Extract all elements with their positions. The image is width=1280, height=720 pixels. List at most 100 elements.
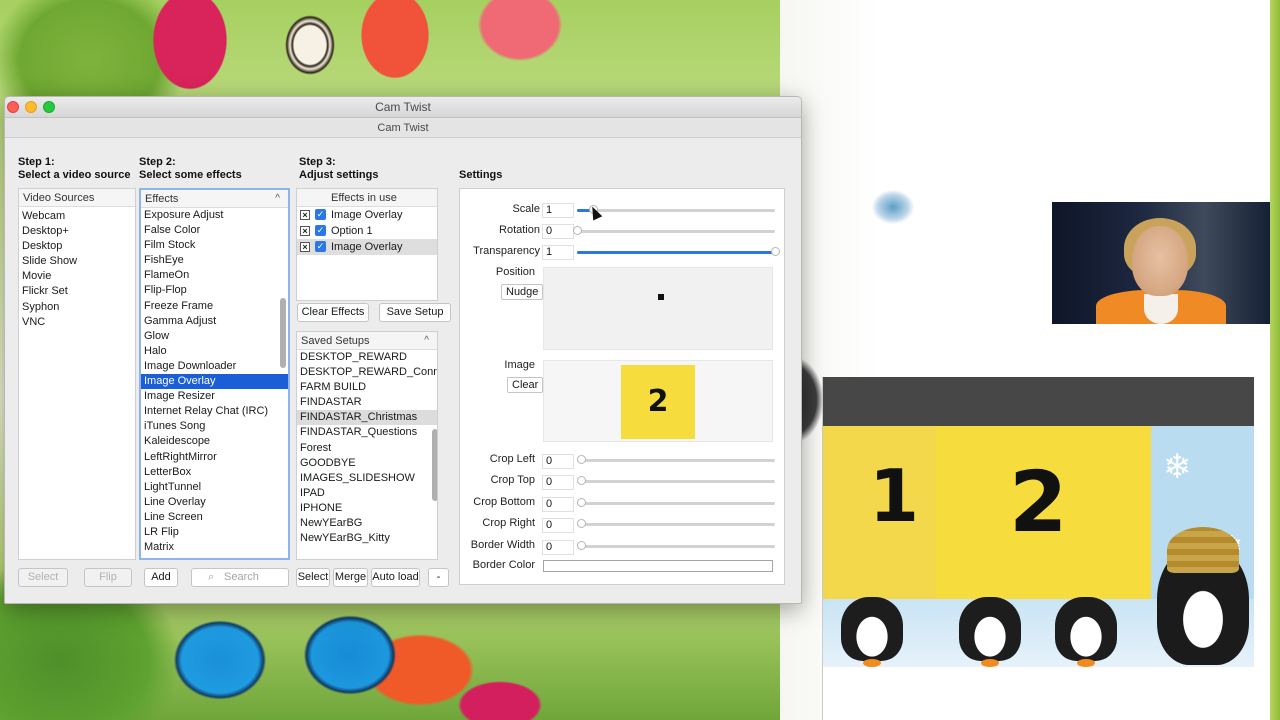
saved-setup-item[interactable]: Forest [297,441,437,456]
border-color-well[interactable] [543,560,773,572]
saved-setup-item[interactable]: IPAD [297,486,437,501]
source-item[interactable]: Desktop+ [19,224,135,239]
remove-effect-icon[interactable]: × [300,242,310,252]
transparency-field[interactable]: 1 [542,245,574,260]
effect-in-use-row[interactable]: × ✓ Image Overlay [297,239,437,255]
position-pad[interactable] [543,267,773,350]
clear-image-button[interactable]: Clear [507,377,544,393]
remove-effect-icon[interactable]: × [300,210,310,220]
crop-slider-track[interactable] [577,459,775,462]
crop-field[interactable]: 0 [542,518,574,533]
source-item[interactable]: Movie [19,269,135,284]
nudge-button[interactable]: Nudge [501,284,544,300]
effects-scrollbar[interactable] [280,298,286,368]
saved-setup-item[interactable]: FINDASTAR_Questions [297,425,437,440]
transparency-slider-knob[interactable] [771,247,780,256]
source-item[interactable]: Desktop [19,239,135,254]
saved-setups-header[interactable]: Saved Setups ^ [297,332,437,350]
clear-effects-button[interactable]: Clear Effects [297,303,369,322]
effect-item[interactable]: iTunes Song [141,419,288,434]
remove-setup-button[interactable]: - [428,568,449,587]
saved-setup-item[interactable]: FARM BUILD [297,380,437,395]
effect-item[interactable]: Line Screen [141,510,288,525]
source-item[interactable]: Slide Show [19,254,135,269]
saved-setup-item[interactable]: DESKTOP_REWARD_Connect [297,365,437,380]
crop-slider-track[interactable] [577,502,775,505]
effect-item[interactable]: LeftRightMirror [141,450,288,465]
source-item[interactable]: Flickr Set [19,284,135,299]
crop-slider-knob[interactable] [577,541,586,550]
crop-slider-knob[interactable] [577,519,586,528]
effect-item[interactable]: Exposure Adjust [141,208,288,223]
close-window-button[interactable] [7,101,19,113]
image-drop-well[interactable]: 2 [543,360,773,442]
effect-item[interactable]: FlameOn [141,268,288,283]
minimize-window-button[interactable] [25,101,37,113]
crop-field[interactable]: 0 [542,454,574,469]
effect-enabled-checkbox[interactable]: ✓ [315,241,326,252]
effect-item[interactable]: Gamma Adjust [141,314,288,329]
select-setup-button[interactable]: Select [296,568,330,587]
merge-button[interactable]: Merge [333,568,368,587]
saved-setup-item[interactable]: FINDASTAR_Christmas [297,410,437,426]
source-item[interactable]: Syphon [19,300,135,315]
crop-field[interactable]: 0 [542,497,574,512]
effects-header[interactable]: Effects ^ [141,190,288,208]
crop-field[interactable]: 0 [542,475,574,490]
remove-effect-icon[interactable]: × [300,226,310,236]
crop-slider-track[interactable] [577,523,775,526]
saved-setups-scrollbar[interactable] [432,429,437,501]
effect-in-use-row[interactable]: × ✓ Image Overlay [297,207,437,223]
crop-field[interactable]: 0 [542,540,574,555]
effect-item[interactable]: Flip-Flop [141,283,288,298]
crop-slider-track[interactable] [577,545,775,548]
effect-item[interactable]: Halo [141,344,288,359]
chevron-up-icon[interactable]: ^ [275,190,280,208]
title-bar[interactable]: Cam Twist [5,97,801,118]
scale-slider-track[interactable] [577,209,775,212]
scale-field[interactable]: 1 [542,203,574,218]
position-marker[interactable] [658,294,664,300]
effect-item[interactable]: Line Overlay [141,495,288,510]
saved-setup-item[interactable]: DESKTOP_REWARD [297,350,437,365]
effect-item[interactable]: LR Flip [141,525,288,540]
crop-slider-knob[interactable] [577,476,586,485]
effect-item[interactable]: LetterBox [141,465,288,480]
crop-slider-track[interactable] [577,480,775,483]
source-item[interactable]: VNC [19,315,135,330]
crop-slider-knob[interactable] [577,498,586,507]
saved-setup-item[interactable]: NewYEarBG_Kitty [297,531,437,546]
effect-item[interactable]: False Color [141,223,288,238]
saved-setup-item[interactable]: GOODBYE [297,456,437,471]
saved-setup-item[interactable]: FINDASTAR [297,395,437,410]
source-item[interactable]: Webcam [19,209,135,224]
effect-item[interactable]: Image Resizer [141,389,288,404]
add-effect-button[interactable]: Add [144,568,178,587]
rotation-slider-knob[interactable] [573,226,582,235]
effects-search-field[interactable]: ⌕ Search [191,568,289,587]
effect-in-use-row[interactable]: × ✓ Option 1 [297,223,437,239]
effect-item[interactable]: Image Overlay [141,374,288,390]
flip-button[interactable]: Flip [84,568,132,587]
effect-item[interactable]: Matrix [141,540,288,555]
saved-setup-item[interactable]: IPHONE [297,501,437,516]
effect-item[interactable]: Image Downloader [141,359,288,374]
saved-setup-item[interactable]: IMAGES_SLIDESHOW [297,471,437,486]
select-source-button[interactable]: Select [18,568,68,587]
effect-item[interactable]: Freeze Frame [141,299,288,314]
zoom-window-button[interactable] [43,101,55,113]
effect-enabled-checkbox[interactable]: ✓ [315,225,326,236]
effect-item[interactable]: Internet Relay Chat (IRC) [141,404,288,419]
effect-item[interactable]: LightTunnel [141,480,288,495]
rotation-field[interactable]: 0 [542,224,574,239]
effect-item[interactable]: FishEye [141,253,288,268]
chevron-up-icon[interactable]: ^ [424,332,429,350]
crop-slider-knob[interactable] [577,455,586,464]
save-setup-button[interactable]: Save Setup [379,303,451,322]
effect-enabled-checkbox[interactable]: ✓ [315,209,326,220]
effect-item[interactable]: Film Stock [141,238,288,253]
effect-item[interactable]: Glow [141,329,288,344]
effect-item[interactable]: Kaleidescope [141,434,288,449]
auto-load-button[interactable]: Auto load [371,568,420,587]
rotation-slider-track[interactable] [577,230,775,233]
